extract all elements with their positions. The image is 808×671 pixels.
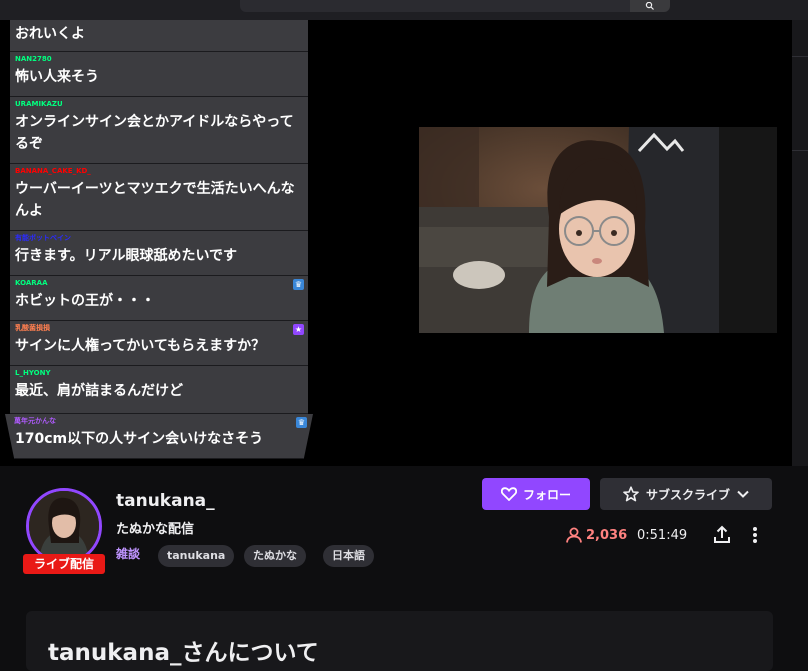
chat-message: KOARAA ♛ ホビットの王が・・・ xyxy=(10,276,308,321)
stream-uptime: 0:51:49 xyxy=(637,528,688,543)
chat-message-text: ホビットの王が・・・ xyxy=(15,293,155,309)
channel-name[interactable]: tanukana_ xyxy=(116,491,215,511)
channel-avatar[interactable] xyxy=(26,488,102,564)
follow-label: フォロー xyxy=(522,487,571,502)
chat-username[interactable]: 萬年元かんな xyxy=(14,417,56,426)
share-icon[interactable] xyxy=(711,524,733,546)
tag-tanukana-jp[interactable]: たぬかな xyxy=(244,545,306,567)
category-link[interactable]: 雑談 xyxy=(116,545,140,562)
webcam-video[interactable] xyxy=(419,127,777,333)
tag-tanukana[interactable]: tanukana xyxy=(158,545,235,567)
chevron-down-icon xyxy=(737,490,749,498)
chat-username[interactable]: NAN2780 xyxy=(15,55,52,64)
subscribe-button[interactable]: サブスクライブ xyxy=(600,478,772,510)
tag-japanese[interactable]: 日本語 xyxy=(323,545,374,567)
chat-message-text: 最近、肩が詰まるんだけど xyxy=(15,383,183,399)
follow-button[interactable]: フォロー xyxy=(482,478,590,510)
chat-message: L_HYONY 最近、肩が詰まるんだけど xyxy=(10,366,308,414)
viewer-count-value: 2,036 xyxy=(586,527,628,543)
search-button[interactable] xyxy=(630,0,670,12)
crown-icon: ♛ xyxy=(293,279,304,290)
star-outline-icon xyxy=(623,486,639,502)
viewer-count: 2,036 xyxy=(565,527,627,543)
chat-username[interactable]: L_HYONY xyxy=(15,369,51,378)
about-panel: tanukana_さんについて xyxy=(26,611,773,671)
avatar-image xyxy=(29,491,99,561)
chat-message: おれいくよ xyxy=(10,20,308,52)
crown-icon: ♛ xyxy=(296,417,307,428)
side-panel-edge xyxy=(792,20,808,466)
streamer-camera-image xyxy=(419,127,777,333)
chat-message-text: サインに人権ってかいてもらえますか？ xyxy=(15,338,266,354)
search-icon xyxy=(645,2,654,10)
chat-message-text: 怖い人来そう xyxy=(15,69,99,85)
chat-message: 萬年元かんな ♛ 170cm以下の人サイン会いけなさそう xyxy=(5,414,313,459)
chat-username[interactable]: URAMIKAZU xyxy=(15,100,63,109)
star-icon: ★ xyxy=(293,324,304,335)
chat-message: 乳酸菌損損 ★ サインに人権ってかいてもらえますか？ xyxy=(10,321,308,366)
chat-message: NAN2780 怖い人来そう xyxy=(10,52,308,97)
chat-overlay: おれいくよ NAN2780 怖い人来そう URAMIKAZU オンラインサイン会… xyxy=(0,20,318,460)
chat-username[interactable]: BANANA_CAKE_KD_ xyxy=(15,167,91,176)
chat-message-text: 170cm以下の人サイン会いけなさそう xyxy=(15,431,264,447)
stream-title: たぬかな配信 xyxy=(116,522,195,537)
live-badge: ライブ配信 xyxy=(23,554,105,574)
subscribe-label: サブスクライブ xyxy=(645,487,730,502)
person-icon xyxy=(566,527,582,543)
more-options-icon[interactable] xyxy=(748,524,762,546)
chat-message-text: 行きます。リアル眼球舐めたいです xyxy=(15,248,238,264)
chat-message: 有能ボットベイン 行きます。リアル眼球舐めたいです xyxy=(10,231,308,276)
chat-message: URAMIKAZU オンラインサイン会とかアイドルならやってるぞ xyxy=(10,97,308,164)
chat-message-text: おれいくよ xyxy=(15,26,85,42)
about-title: tanukana_さんについて xyxy=(48,640,319,666)
top-nav-bar xyxy=(0,0,808,20)
chat-username[interactable]: KOARAA xyxy=(15,279,48,288)
search-input[interactable] xyxy=(240,0,630,12)
chat-message: BANANA_CAKE_KD_ ウーバーイーツとマツエクで生活たいへんなんよ xyxy=(10,164,308,231)
chat-message-text: オンラインサイン会とかアイドルならやってるぞ xyxy=(15,114,294,152)
heart-icon xyxy=(500,487,517,501)
chat-username[interactable]: 乳酸菌損損 xyxy=(15,324,50,333)
chat-username[interactable]: 有能ボットベイン xyxy=(15,234,71,243)
chat-message-text: ウーバーイーツとマツエクで生活たいへんなんよ xyxy=(15,181,295,219)
